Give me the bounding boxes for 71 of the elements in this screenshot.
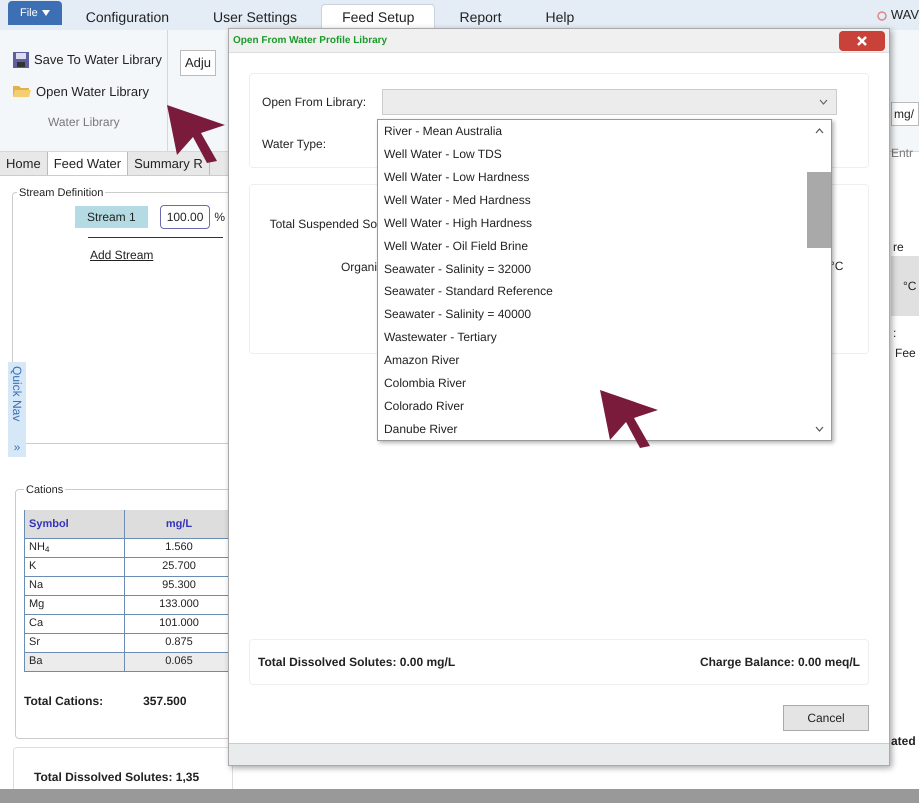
adjust-button[interactable]: Adju (180, 50, 216, 76)
field-label: re (892, 239, 905, 256)
dropdown-option[interactable]: River - Mean Australia (384, 120, 502, 143)
status-label: ated (891, 733, 917, 750)
table-cell: Ba (24, 652, 124, 671)
open-button[interactable]: Open Water Library (12, 82, 167, 101)
stream-label: Stream 1 (75, 206, 148, 228)
caret-icon (42, 10, 50, 16)
dropdown-option[interactable]: Danube River (384, 417, 458, 440)
menu-tab[interactable]: Configuration (66, 4, 190, 30)
temperature-unit: °C (902, 278, 916, 295)
dropdown-option[interactable]: Colorado River (384, 394, 464, 418)
folder-icon (12, 83, 32, 100)
dropdown-option[interactable]: Well Water - Med Hardness (384, 188, 531, 212)
logo-icon (876, 9, 887, 21)
organic-label: Organi (340, 259, 377, 276)
entry-label: Entr (891, 145, 914, 162)
page-tab[interactable]: Feed Water (48, 152, 128, 175)
file-menu[interactable]: File (8, 1, 62, 25)
library-label: Open From Library: (262, 94, 368, 110)
dropdown-option[interactable]: Well Water - Low TDS (384, 142, 502, 166)
dropdown-option[interactable]: Wastewater - Tertiary (384, 326, 497, 349)
feed-label: Fee (894, 345, 917, 362)
menu-tab[interactable]: Report (439, 4, 522, 30)
add-stream-link[interactable]: Add Stream (90, 246, 154, 264)
dropdown-option[interactable]: Seawater - Standard Reference (384, 280, 553, 303)
dialog-title: Open From Water Profile Library (233, 34, 388, 48)
total-dissolved-solutes: Total Dissolved Solutes: 0.00 mg/L (258, 654, 456, 671)
save-button[interactable]: Save To Water Library (12, 50, 167, 70)
water-type-label: Water Type: (262, 136, 328, 152)
quick-nav-label: Quick Nav (9, 366, 25, 422)
field-label: : (892, 325, 898, 342)
floppy-icon (12, 50, 30, 69)
quick-nav-tab[interactable]: Quick Nav » (8, 362, 26, 457)
chevron-down-icon (819, 98, 828, 104)
unit-field[interactable]: mg/ (891, 102, 919, 126)
percent-field[interactable]: 100.00 (160, 205, 210, 229)
dropdown-option[interactable]: Seawater - Salinity = 32000 (384, 257, 532, 280)
tss-label: Total Suspended So (268, 216, 377, 233)
scrollbar-thumb[interactable] (807, 172, 831, 248)
total-label: Total Cations: (24, 692, 104, 710)
app-title: WAV (890, 6, 919, 24)
table-cell: Mg (24, 595, 124, 614)
chevron-down-icon (814, 426, 824, 432)
menu-tab[interactable]: User Settings (193, 4, 318, 30)
double-chevron-icon: » (14, 441, 20, 453)
dropdown-option[interactable]: Colombia River (384, 371, 466, 394)
library-select[interactable] (382, 88, 837, 114)
percent-unit: % (214, 209, 226, 226)
table-cell: Sr (24, 633, 124, 652)
dropdown-option[interactable]: Amazon River (384, 348, 460, 372)
table-cell: Na (24, 576, 124, 595)
group-label: Water Library (47, 114, 121, 131)
total-dissolved-solutes: Total Dissolved Solutes: 1,35 (34, 769, 200, 786)
total-value: 357.500 (143, 692, 186, 710)
close-icon (857, 36, 867, 46)
menu-tab[interactable]: Feed Setup (321, 4, 436, 30)
chevron-up-icon (814, 128, 824, 134)
cursor-icon (598, 388, 660, 450)
dropdown-option[interactable]: Seawater - Salinity = 40000 (384, 302, 532, 326)
table-cell: K (24, 557, 124, 576)
menu-tab[interactable]: Help (525, 4, 594, 30)
dropdown-option[interactable]: Well Water - Oil Field Brine (384, 234, 528, 258)
cancel-button[interactable]: Cancel (783, 705, 869, 731)
dropdown-option[interactable]: Well Water - Low Hardness (384, 166, 530, 189)
close-button[interactable] (839, 30, 885, 50)
dropdown-option[interactable]: Well Water - High Hardness (384, 211, 532, 234)
table-cell: NH$_{4}$ (24, 538, 124, 557)
table-cell: Ca (24, 614, 124, 633)
charge-balance: Charge Balance: 0.00 meq/L (700, 654, 860, 671)
column-header: Symbol (24, 510, 124, 538)
